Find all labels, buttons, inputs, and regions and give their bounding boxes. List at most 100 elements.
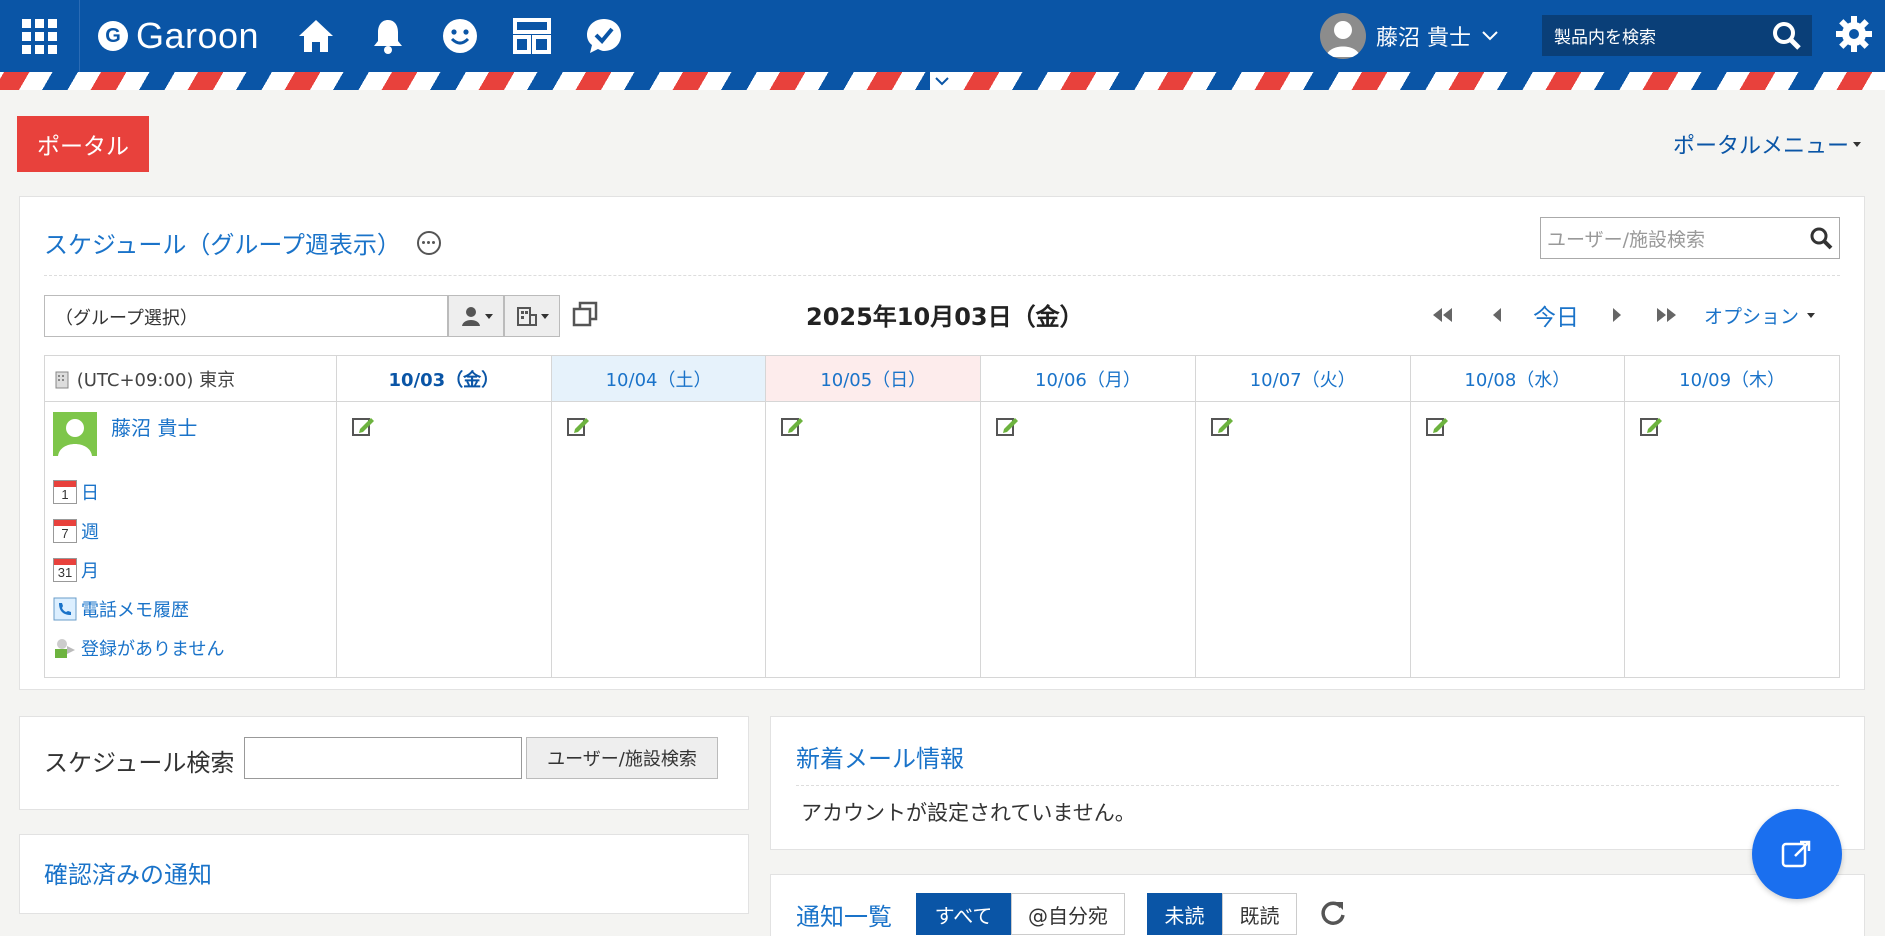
- today-button[interactable]: 今日: [1533, 297, 1579, 333]
- phone-memo-link[interactable]: 電話メモ履歴: [53, 589, 328, 628]
- add-appointment-icon[interactable]: [1210, 414, 1234, 438]
- more-options-icon[interactable]: [416, 230, 441, 255]
- schedule-search-input[interactable]: [244, 737, 522, 779]
- portal-tab[interactable]: ポータル: [17, 116, 149, 172]
- nav-next-week-icon[interactable]: [1655, 297, 1679, 333]
- day-cell[interactable]: [336, 401, 552, 678]
- bell-icon[interactable]: [366, 14, 410, 58]
- filter-all-button[interactable]: すべて: [916, 893, 1011, 935]
- portal-menu-button[interactable]: ポータルメニュー: [1673, 128, 1861, 160]
- day-cell[interactable]: [765, 401, 982, 678]
- smile-icon[interactable]: [438, 14, 482, 58]
- nav-prev-day-icon[interactable]: [1490, 297, 1504, 333]
- user-select-button[interactable]: [448, 295, 504, 337]
- timezone-header: (UTC+09:00) 東京: [44, 355, 337, 402]
- external-link-icon: [1781, 840, 1811, 868]
- add-appointment-icon[interactable]: [1639, 414, 1663, 438]
- user-facility-search-button[interactable]: ユーザー/施設検索: [526, 737, 718, 779]
- notification-scope-toggle: すべて @自分宛: [916, 893, 1125, 935]
- avatar[interactable]: [53, 412, 97, 456]
- week-view-label: 週: [81, 521, 99, 543]
- user-name-link[interactable]: 藤沼 貴士: [111, 412, 197, 441]
- schedule-portlet: スケジュール（グループ週表示） ユーザー/施設検索 （グループ選択） 2025年…: [19, 196, 1865, 690]
- copy-icon[interactable]: [572, 301, 598, 327]
- day-header[interactable]: 10/04（土）: [550, 355, 767, 402]
- layout-icon[interactable]: [510, 14, 554, 58]
- schedule-search-label: スケジュール検索: [44, 749, 235, 777]
- apps-menu-button[interactable]: [0, 0, 80, 72]
- no-registration-link[interactable]: 登録がありません: [53, 628, 328, 667]
- filter-read-button[interactable]: 既読: [1222, 893, 1297, 935]
- group-select-field[interactable]: （グループ選択）: [44, 295, 448, 337]
- notifications-title[interactable]: 通知一覧: [796, 897, 892, 932]
- day-header[interactable]: 10/06（月）: [980, 355, 1196, 402]
- day-header[interactable]: 10/07（火）: [1194, 355, 1411, 402]
- new-mail-title[interactable]: 新着メール情報: [796, 739, 964, 774]
- day-header[interactable]: 10/09（木）: [1624, 355, 1840, 402]
- facility-icon: [516, 307, 537, 326]
- calendar-month-icon: 31: [53, 557, 77, 582]
- filter-mine-button[interactable]: @自分宛: [1011, 893, 1125, 935]
- chat-check-icon[interactable]: [582, 14, 626, 58]
- day-header[interactable]: 10/03（金）: [336, 355, 552, 402]
- day-cell[interactable]: [980, 401, 1196, 678]
- nav-prev-week-icon[interactable]: [1430, 297, 1454, 333]
- week-view-link[interactable]: 7 週: [53, 511, 328, 550]
- day-header[interactable]: 10/05（日）: [765, 355, 982, 402]
- expand-header-icon[interactable]: [930, 72, 954, 90]
- search-icon[interactable]: [1809, 226, 1833, 250]
- nav-next-day-icon[interactable]: [1610, 297, 1624, 333]
- day-cell[interactable]: [1194, 401, 1411, 678]
- add-appointment-icon[interactable]: [1425, 414, 1449, 438]
- product-search-input[interactable]: 製品内を検索: [1542, 15, 1812, 56]
- user-icon: [461, 307, 480, 326]
- notification-read-toggle: 未読 既読: [1147, 893, 1297, 935]
- confirmed-notifications-portlet: 確認済みの通知: [19, 834, 749, 914]
- option-label: オプション: [1704, 305, 1800, 328]
- gear-icon[interactable]: [1834, 14, 1874, 58]
- confirmed-notifications-title[interactable]: 確認済みの通知: [44, 855, 212, 890]
- schedule-title[interactable]: スケジュール（グループ週表示）: [44, 225, 401, 260]
- month-view-label: 月: [81, 560, 99, 582]
- current-date: 2025年10月03日（金）: [806, 303, 1084, 331]
- add-appointment-icon[interactable]: [780, 414, 804, 438]
- day-cell[interactable]: [1624, 401, 1840, 678]
- month-view-link[interactable]: 31 月: [53, 550, 328, 589]
- user-search-placeholder: ユーザー/施設検索: [1547, 228, 1706, 251]
- user-menu[interactable]: 藤沼 貴士: [1320, 12, 1499, 60]
- add-appointment-icon[interactable]: [351, 414, 375, 438]
- search-icon[interactable]: [1772, 21, 1802, 51]
- building-icon: [55, 371, 69, 388]
- new-mail-portlet: 新着メール情報 アカウントが設定されていません。: [770, 716, 1865, 850]
- refresh-icon[interactable]: [1319, 899, 1347, 927]
- facility-select-button[interactable]: [504, 295, 560, 337]
- avatar: [1320, 13, 1366, 59]
- no-account-message: アカウントが設定されていません。: [801, 801, 1136, 825]
- phone-memo-label: 電話メモ履歴: [81, 599, 189, 621]
- garoon-logo[interactable]: G Garoon: [98, 15, 260, 56]
- day-view-label: 日: [81, 482, 99, 504]
- option-menu[interactable]: オプション: [1704, 297, 1816, 333]
- no-registration-label: 登録がありません: [81, 638, 225, 660]
- search-placeholder: 製品内を検索: [1554, 28, 1656, 48]
- timezone-label: (UTC+09:00) 東京: [76, 369, 236, 391]
- day-header[interactable]: 10/08（水）: [1409, 355, 1626, 402]
- add-appointment-icon[interactable]: [566, 414, 590, 438]
- day-cell[interactable]: [1409, 401, 1626, 678]
- schedule-search-portlet: スケジュール検索 ユーザー/施設検索: [19, 716, 749, 810]
- top-bar: G Garoon 藤沼 貴士 製品内を検索: [0, 0, 1885, 72]
- day-cell[interactable]: [550, 401, 767, 678]
- app-name: Garoon: [136, 15, 260, 56]
- notifications-portlet: 通知一覧 すべて @自分宛 未読 既読: [770, 874, 1865, 936]
- presence-icon: [55, 638, 75, 658]
- group-week-calendar: (UTC+09:00) 東京 10/03（金） 10/04（土） 10/05（日…: [44, 355, 1840, 678]
- phone-icon: [53, 597, 77, 620]
- user-facility-search-input[interactable]: ユーザー/施設検索: [1540, 217, 1840, 259]
- filter-unread-button[interactable]: 未読: [1147, 893, 1222, 935]
- day-view-link[interactable]: 1 日: [53, 472, 328, 511]
- apps-grid-icon: [22, 18, 57, 54]
- add-appointment-icon[interactable]: [995, 414, 1019, 438]
- home-icon[interactable]: [294, 14, 338, 58]
- user-cell: 藤沼 貴士 1 日 7 週 31 月 電話メモ履歴 登録がありません: [44, 401, 337, 678]
- open-external-button[interactable]: [1752, 809, 1842, 899]
